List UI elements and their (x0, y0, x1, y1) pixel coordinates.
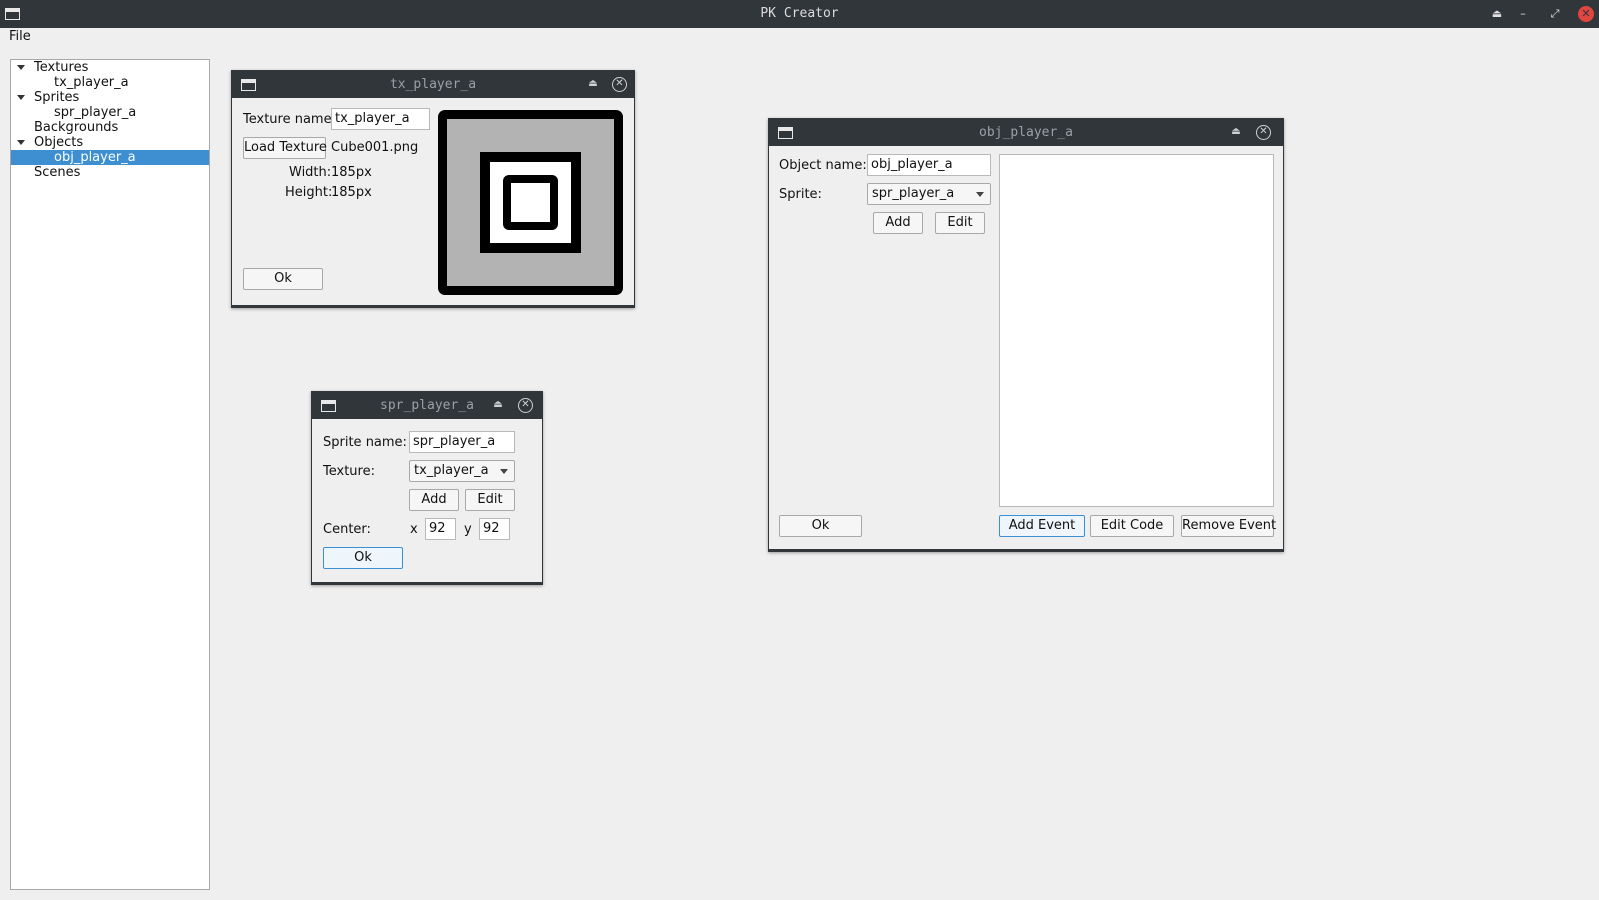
sprite-window: spr_player_a ⏏ ✕ Sprite name: spr_player… (311, 391, 543, 585)
tree-item-obj-player-a[interactable]: obj_player_a (11, 150, 209, 165)
texture-ok-button[interactable]: Ok (243, 268, 323, 290)
width-label: Width: (289, 165, 332, 180)
close-icon[interactable]: ✕ (1256, 125, 1271, 140)
object-add-button[interactable]: Add (873, 212, 923, 234)
tree-item-sprites[interactable]: Sprites (11, 90, 209, 105)
close-icon[interactable]: ✕ (612, 77, 627, 92)
texture-combo-value: tx_player_a (414, 463, 489, 478)
sprite-name-field[interactable]: spr_player_a (409, 431, 515, 453)
sprite-window-title: spr_player_a (380, 398, 474, 413)
center-x-field[interactable]: 92 (425, 518, 456, 540)
center-label: Center: (323, 522, 371, 537)
texture-preview (438, 110, 623, 295)
texture-label: Texture: (323, 464, 375, 479)
menu-file[interactable]: File (9, 29, 31, 44)
object-window-title: obj_player_a (979, 125, 1073, 140)
texture-file-name: Cube001.png (331, 140, 419, 155)
tree-item-backgrounds[interactable]: Backgrounds (11, 120, 209, 135)
sprite-ok-button[interactable]: Ok (323, 547, 403, 569)
tree-item-textures[interactable]: Textures (11, 60, 209, 75)
shade-icon[interactable]: ⏏ (1489, 6, 1505, 22)
sprite-name-label: Sprite name: (323, 435, 407, 450)
sprite-combo[interactable]: spr_player_a (867, 183, 991, 205)
object-window-titlebar[interactable]: obj_player_a ⏏ ✕ (769, 119, 1283, 146)
menu-bar: File (0, 28, 1599, 48)
edit-code-button[interactable]: Edit Code (1090, 515, 1174, 537)
tree-item-spr-player-a[interactable]: spr_player_a (11, 105, 209, 120)
texture-window: tx_player_a ⏏ ✕ Texture name: tx_player_… (231, 70, 635, 308)
minimize-icon[interactable]: – (1515, 6, 1531, 22)
expand-arrow-icon[interactable] (17, 140, 25, 145)
add-event-button[interactable]: Add Event (999, 515, 1085, 537)
texture-name-field[interactable]: tx_player_a (331, 108, 430, 130)
app-title: PK Creator (760, 6, 839, 21)
sprite-window-titlebar[interactable]: spr_player_a ⏏ ✕ (312, 392, 542, 419)
center-y-label: y (464, 522, 472, 537)
close-icon[interactable]: ✕ (1578, 6, 1594, 22)
object-ok-button[interactable]: Ok (779, 515, 862, 537)
close-icon[interactable]: ✕ (518, 398, 533, 413)
shade-icon[interactable]: ⏏ (1229, 124, 1243, 140)
chevron-down-icon (976, 192, 984, 197)
events-list[interactable] (999, 154, 1274, 507)
tree-item-tx-player-a[interactable]: tx_player_a (11, 75, 209, 90)
texture-window-titlebar[interactable]: tx_player_a ⏏ ✕ (232, 71, 634, 98)
object-window: obj_player_a ⏏ ✕ Object name: obj_player… (768, 118, 1284, 552)
object-name-field[interactable]: obj_player_a (867, 154, 991, 176)
tree-item-scenes[interactable]: Scenes (11, 165, 209, 180)
height-label: Height: (285, 185, 333, 200)
texture-name-label: Texture name: (243, 112, 336, 127)
expand-arrow-icon[interactable] (17, 95, 25, 100)
restore-icon[interactable]: ⤢ (1547, 6, 1563, 22)
height-value: 185px (331, 185, 372, 200)
sprite-label: Sprite: (779, 187, 822, 202)
width-value: 185px (331, 165, 372, 180)
texture-window-title: tx_player_a (389, 77, 477, 92)
tree-item-objects[interactable]: Objects (11, 135, 209, 150)
object-name-label: Object name: (779, 158, 867, 173)
sprite-combo-value: spr_player_a (872, 186, 955, 201)
texture-combo[interactable]: tx_player_a (409, 460, 515, 482)
center-y-field[interactable]: 92 (479, 518, 510, 540)
center-x-label: x (410, 522, 418, 537)
load-texture-button[interactable]: Load Texture (243, 137, 327, 159)
remove-event-button[interactable]: Remove Event (1181, 515, 1276, 537)
shade-icon[interactable]: ⏏ (491, 397, 505, 413)
sprite-edit-button[interactable]: Edit (465, 489, 515, 511)
expand-arrow-icon[interactable] (17, 65, 25, 70)
main-titlebar: PK Creator ⏏ – ⤢ ✕ (0, 0, 1599, 28)
sprite-add-button[interactable]: Add (409, 489, 459, 511)
chevron-down-icon (500, 469, 508, 474)
shade-icon[interactable]: ⏏ (586, 76, 600, 92)
resource-tree[interactable]: Textures tx_player_a Sprites spr_player_… (10, 59, 210, 890)
object-edit-button[interactable]: Edit (935, 212, 985, 234)
